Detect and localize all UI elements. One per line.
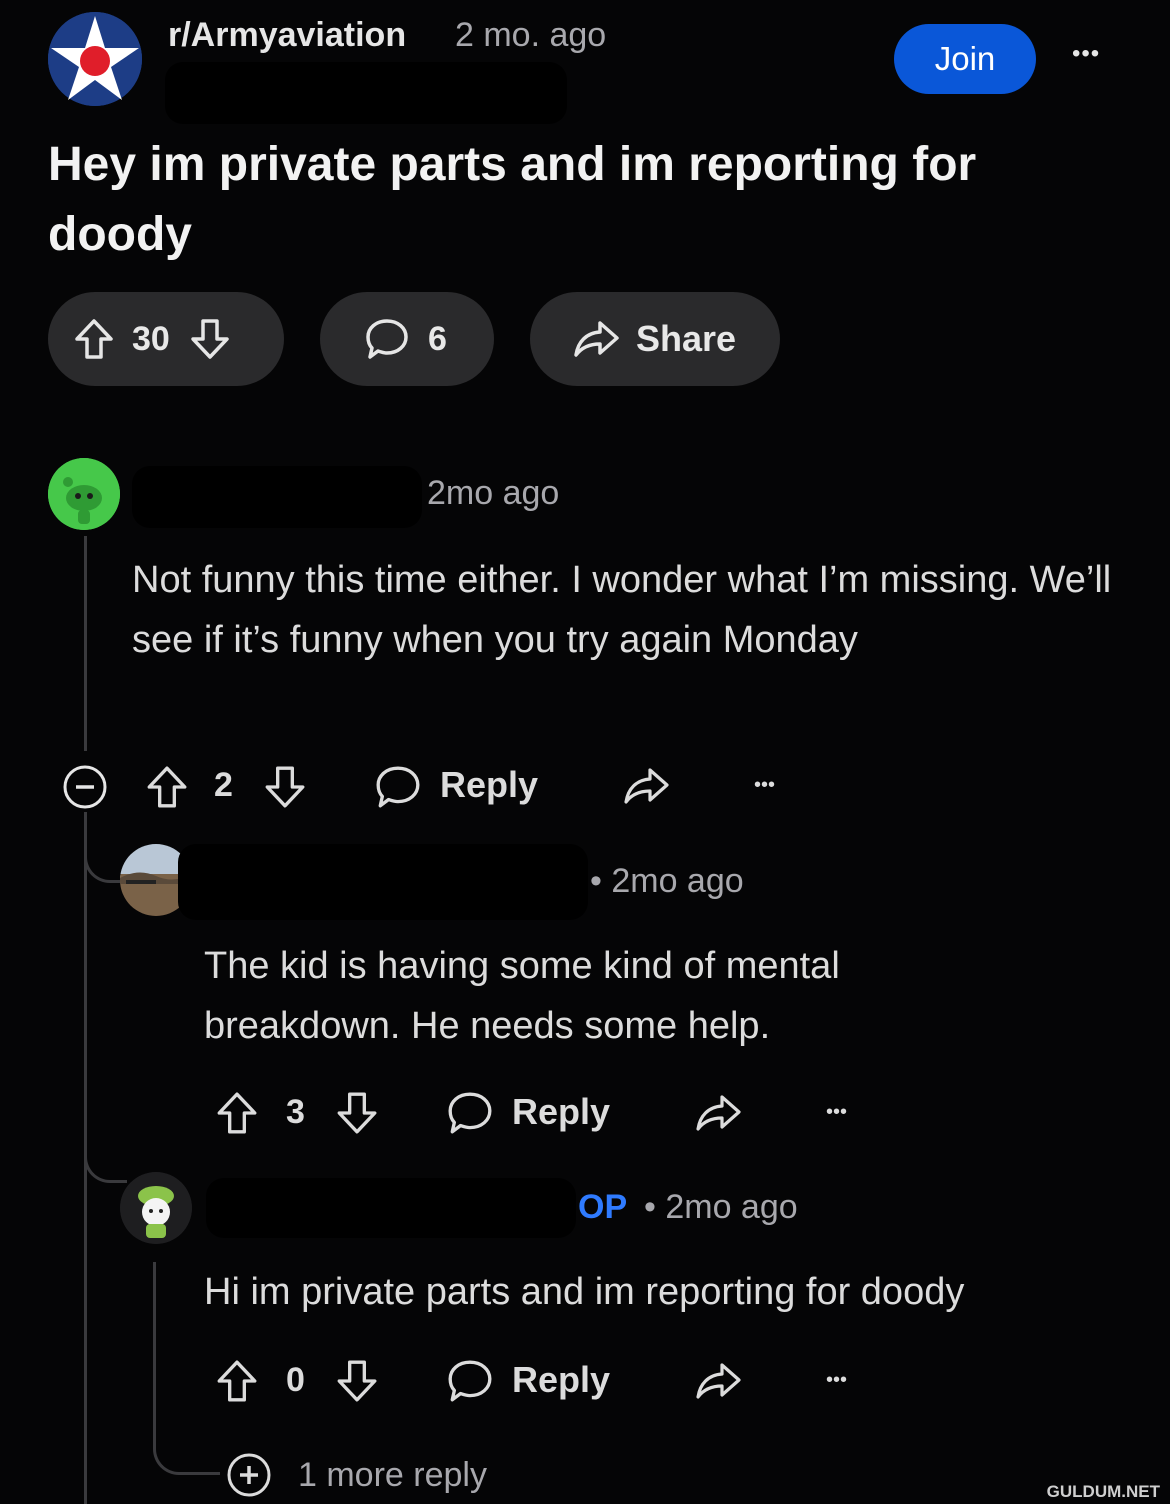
watermark: GULDUM.NET xyxy=(1046,1482,1160,1501)
redacted-username xyxy=(132,466,422,528)
comments-button[interactable]: 6 xyxy=(320,292,494,386)
plus-circle-icon xyxy=(227,1453,271,1497)
op-badge: OP xyxy=(578,1188,628,1226)
collapse-thread-icon[interactable] xyxy=(62,764,108,815)
share-label: Share xyxy=(636,318,737,359)
subreddit-icon[interactable] xyxy=(48,12,142,106)
more-options-icon[interactable]: ••• xyxy=(1072,40,1100,68)
comment-body: The kid is having some kind of mental br… xyxy=(204,945,840,1047)
post-score: 30 xyxy=(132,319,170,358)
downvote-icon[interactable] xyxy=(336,1090,378,1136)
post-vote-bar: 30 xyxy=(48,292,284,386)
upvote-icon[interactable] xyxy=(216,1090,258,1136)
share-arrow-icon[interactable] xyxy=(622,766,670,806)
share-arrow-icon xyxy=(574,321,619,357)
post-time: 2 mo. ago xyxy=(455,16,607,54)
avatar[interactable] xyxy=(48,458,120,530)
comment-time: 2mo ago xyxy=(427,474,560,512)
subreddit-name[interactable]: r/Armyaviation xyxy=(168,16,406,55)
reply-bubble-icon[interactable] xyxy=(446,1358,494,1404)
comment-score: 0 xyxy=(286,1361,305,1399)
upvote-icon[interactable] xyxy=(216,1358,258,1404)
reply-button[interactable]: Reply xyxy=(512,1359,610,1401)
reply-button[interactable]: Reply xyxy=(512,1091,610,1133)
join-button[interactable]: Join xyxy=(894,24,1036,94)
comment-body: Not funny this time either. I wonder wha… xyxy=(132,559,1112,661)
share-arrow-icon[interactable] xyxy=(694,1361,742,1401)
comment-score: 3 xyxy=(286,1093,305,1131)
share-arrow-icon[interactable] xyxy=(694,1093,742,1133)
thread-elbow-3 xyxy=(153,1380,220,1475)
downvote-icon[interactable] xyxy=(264,764,306,810)
more-options-icon[interactable]: ••• xyxy=(754,774,775,797)
upvote-icon[interactable] xyxy=(146,764,188,810)
downvote-icon[interactable] xyxy=(190,317,230,361)
more-replies-label: 1 more reply xyxy=(298,1455,487,1494)
comment-time: • 2mo ago xyxy=(590,862,744,900)
reply-button[interactable]: Reply xyxy=(440,764,538,806)
redacted-username xyxy=(178,844,588,920)
post-title[interactable]: Hey im private parts and im reporting fo… xyxy=(48,130,1128,270)
comment-body: Hi im private parts and im reporting for… xyxy=(204,1271,965,1313)
more-options-icon[interactable]: ••• xyxy=(826,1369,847,1392)
redacted-username xyxy=(165,62,567,124)
comment-bubble-icon xyxy=(366,319,408,359)
upvote-icon[interactable] xyxy=(74,317,114,361)
reply-bubble-icon[interactable] xyxy=(446,1090,494,1136)
downvote-icon[interactable] xyxy=(336,1358,378,1404)
share-button[interactable]: Share xyxy=(530,292,780,386)
thread-elbow-2 xyxy=(84,880,127,1183)
comment-count: 6 xyxy=(428,319,447,358)
thread-line-root xyxy=(84,536,87,751)
comment-score: 2 xyxy=(214,766,233,804)
redacted-username xyxy=(206,1178,576,1238)
more-options-icon[interactable]: ••• xyxy=(826,1101,847,1124)
comment-time: • 2mo ago xyxy=(644,1188,798,1226)
reply-bubble-icon[interactable] xyxy=(374,764,422,810)
avatar[interactable] xyxy=(120,1172,192,1244)
expand-replies-button[interactable]: 1 more reply xyxy=(226,1452,487,1498)
